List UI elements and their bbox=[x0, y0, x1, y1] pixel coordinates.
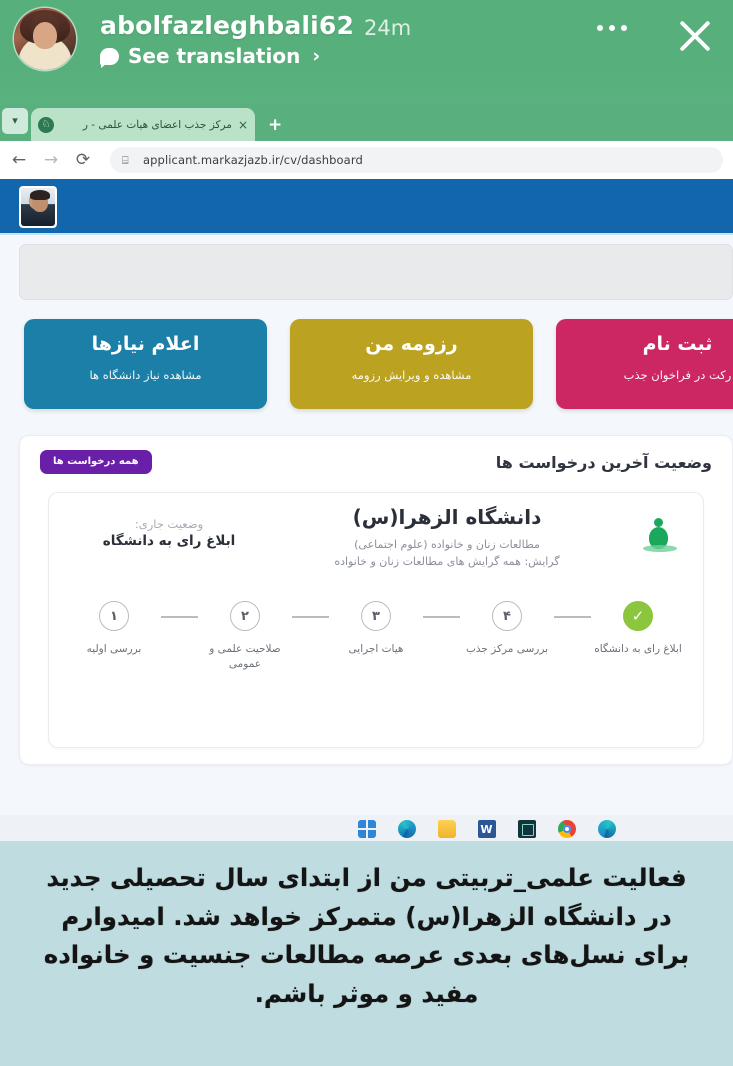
current-status-label: وضعیت جاری: bbox=[134, 517, 204, 531]
university-logo-icon bbox=[637, 515, 683, 561]
panel-title: وضعیت آخرین درخواست ها bbox=[495, 452, 712, 472]
panel-header: وضعیت آخرین درخواست ها همه درخواست ها bbox=[20, 436, 732, 488]
browser-tabstrip: ▾ ♘ مرکز جذب اعضای هیأت علمی - ر × + bbox=[0, 103, 733, 141]
site-content: اعلام نیازها مشاهده نیاز دانشگاه ها رزوم… bbox=[0, 179, 733, 843]
site-info-icon[interactable]: ⌸ bbox=[122, 154, 135, 167]
university-specialty: گرایش: همه گرایش های مطالعات زنان و خانو… bbox=[334, 555, 560, 568]
browser-toolbar: ← → ⟳ ⌸ applicant.markazjazb.ir/cv/dashb… bbox=[0, 141, 733, 179]
browser-tab[interactable]: ♘ مرکز جذب اعضای هیأت علمی - ر × bbox=[31, 108, 255, 141]
avatar-image bbox=[14, 8, 76, 70]
back-icon[interactable]: ← bbox=[10, 150, 28, 170]
current-status: وضعیت جاری: ابلاغ رای به دانشگاه bbox=[79, 517, 259, 549]
reload-icon[interactable]: ⟳ bbox=[74, 150, 92, 170]
step-1-marker: ۱ bbox=[99, 601, 129, 631]
empty-panel bbox=[19, 244, 733, 300]
browser-screenshot: ▾ ♘ مرکز جذب اعضای هیأت علمی - ر × + ← →… bbox=[0, 103, 733, 843]
step-2-marker: ۲ bbox=[230, 601, 260, 631]
card-registration[interactable]: ثبت نام رکت در فراخوان جذب bbox=[556, 319, 733, 409]
logo-shape-3 bbox=[643, 545, 677, 552]
university-field: مطالعات زنان و خانواده (علوم اجتماعی) bbox=[354, 538, 540, 551]
request-stepper: ۱ بررسی اولیه ۲ صلاحیت علمی و عمومی ۳ هی… bbox=[67, 601, 685, 711]
address-bar-url: applicant.markazjazb.ir/cv/dashboard bbox=[143, 153, 363, 167]
story-caption: فعالیت علمی_تربیتی من از ابتدای سال تحصی… bbox=[0, 841, 733, 1066]
step-2[interactable]: ۲ صلاحیت علمی و عمومی bbox=[198, 601, 292, 672]
step-5[interactable]: ✓ ابلاغ رای به دانشگاه bbox=[591, 601, 685, 657]
step-connector-3 bbox=[423, 616, 460, 618]
tab-close-icon[interactable]: × bbox=[238, 118, 248, 132]
edge-icon[interactable] bbox=[397, 820, 416, 838]
dot-1 bbox=[597, 25, 603, 31]
logo-shape-1 bbox=[654, 518, 663, 527]
all-requests-button[interactable]: همه درخواست ها bbox=[40, 450, 152, 474]
step-connector-2 bbox=[292, 616, 329, 618]
forward-icon[interactable]: → bbox=[42, 150, 60, 170]
step-connector-4 bbox=[554, 616, 591, 618]
story-username[interactable]: abolfazleghbali62 bbox=[100, 11, 354, 40]
current-status-value: ابلاغ رای به دانشگاه bbox=[102, 533, 236, 549]
university-name: دانشگاه الزهرا(س) bbox=[352, 505, 542, 529]
quick-action-cards: اعلام نیازها مشاهده نیاز دانشگاه ها رزوم… bbox=[0, 319, 733, 419]
step-2-label: صلاحیت علمی و عمومی bbox=[209, 643, 281, 671]
windows-taskbar: W bbox=[0, 815, 733, 843]
chevron-right-icon: › bbox=[312, 45, 321, 67]
user-photo-image bbox=[21, 188, 55, 226]
card-announce-needs[interactable]: اعلام نیازها مشاهده نیاز دانشگاه ها bbox=[24, 319, 267, 409]
step-4-marker: ۴ bbox=[492, 601, 522, 631]
tab-title: مرکز جذب اعضای هیأت علمی - ر bbox=[82, 118, 232, 131]
card-my-resume-title: رزومه من bbox=[365, 333, 458, 355]
dot-3 bbox=[621, 25, 627, 31]
card-announce-needs-title: اعلام نیازها bbox=[91, 333, 200, 355]
speech-bubble-icon bbox=[100, 47, 119, 68]
avatar-face bbox=[33, 22, 57, 49]
step-3-label: هیات اجرایی bbox=[348, 643, 404, 655]
step-1-label: بررسی اولیه bbox=[86, 643, 142, 655]
see-translation-label: See translation bbox=[128, 44, 301, 68]
more-options-icon[interactable] bbox=[597, 25, 627, 31]
story-screen: abolfazleghbali62 24m See translation › … bbox=[0, 0, 733, 1066]
avatar[interactable] bbox=[14, 8, 76, 70]
address-bar[interactable]: ⌸ applicant.markazjazb.ir/cv/dashboard bbox=[110, 147, 723, 173]
request-card-top: دانشگاه الزهرا(س) مطالعات زنان و خانواده… bbox=[49, 493, 703, 597]
step-connector-1 bbox=[161, 616, 198, 618]
card-my-resume-subtitle: مشاهده و ویرایش رزومه bbox=[351, 368, 472, 382]
step-5-check-icon: ✓ bbox=[623, 601, 653, 631]
terminal-icon[interactable] bbox=[517, 820, 536, 838]
close-icon[interactable] bbox=[672, 13, 718, 59]
step-3[interactable]: ۳ هیات اجرایی bbox=[329, 601, 423, 657]
file-explorer-icon[interactable] bbox=[437, 820, 456, 838]
card-registration-subtitle: رکت در فراخوان جذب bbox=[623, 368, 732, 382]
chrome-icon[interactable] bbox=[557, 820, 576, 838]
step-4[interactable]: ۴ بررسی مرکز جذب bbox=[460, 601, 554, 657]
card-my-resume[interactable]: رزومه من مشاهده و ویرایش رزومه bbox=[290, 319, 533, 409]
story-caption-text: فعالیت علمی_تربیتی من از ابتدای سال تحصی… bbox=[43, 863, 690, 1009]
site-navbar bbox=[0, 179, 733, 235]
new-tab-icon[interactable]: + bbox=[268, 115, 282, 135]
card-registration-title: ثبت نام bbox=[642, 333, 713, 355]
step-5-label: ابلاغ رای به دانشگاه bbox=[594, 643, 682, 655]
word-icon[interactable]: W bbox=[477, 820, 496, 838]
start-icon[interactable] bbox=[357, 820, 376, 838]
step-1[interactable]: ۱ بررسی اولیه bbox=[67, 601, 161, 657]
university-info: دانشگاه الزهرا(س) مطالعات زنان و خانواده… bbox=[269, 505, 625, 568]
edge-icon-secondary[interactable] bbox=[597, 820, 616, 838]
story-timestamp: 24m bbox=[364, 16, 412, 40]
tab-list-icon[interactable]: ▾ bbox=[2, 108, 28, 134]
step-3-marker: ۳ bbox=[361, 601, 391, 631]
see-translation-button[interactable]: See translation › bbox=[100, 44, 320, 68]
request-card[interactable]: دانشگاه الزهرا(س) مطالعات زنان و خانواده… bbox=[48, 492, 704, 748]
user-photo[interactable] bbox=[19, 186, 57, 228]
favicon-icon: ♘ bbox=[38, 116, 54, 133]
story-header: abolfazleghbali62 24m See translation › bbox=[0, 0, 733, 107]
card-announce-needs-subtitle: مشاهده نیاز دانشگاه ها bbox=[89, 368, 202, 382]
step-4-label: بررسی مرکز جذب bbox=[465, 643, 549, 655]
dot-2 bbox=[609, 25, 615, 31]
latest-requests-panel: وضعیت آخرین درخواست ها همه درخواست ها دا… bbox=[19, 435, 733, 765]
